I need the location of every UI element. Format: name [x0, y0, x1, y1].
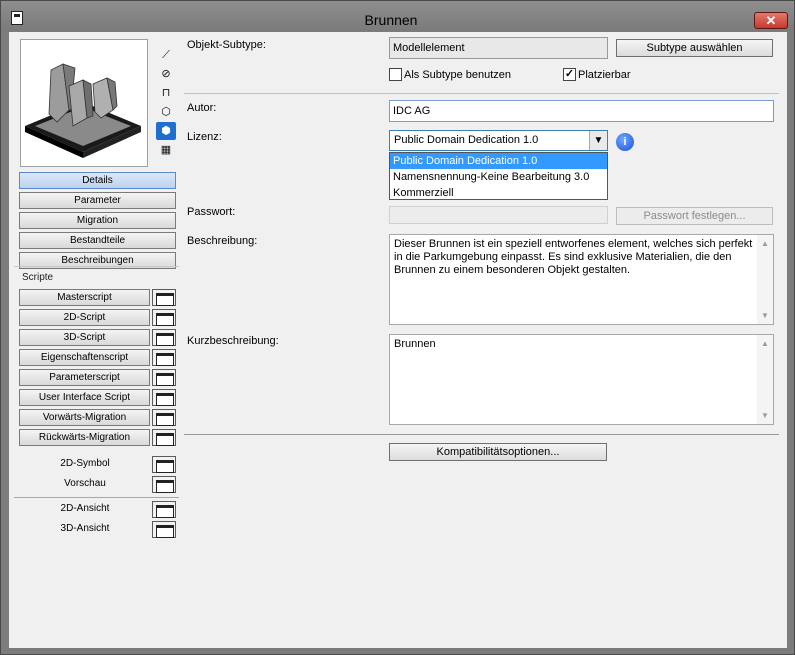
elevation-icon[interactable]: ⊓	[156, 84, 176, 102]
view-2d-window-button[interactable]	[152, 501, 176, 518]
film-icon[interactable]: ▦	[156, 141, 176, 159]
chevron-up-icon[interactable]: ▲	[757, 337, 773, 350]
as-subtype-checkbox[interactable]	[389, 68, 402, 81]
short-description-label: Kurzbeschreibung:	[187, 335, 279, 347]
script-ui-button[interactable]: User Interface Script	[19, 389, 150, 406]
script-parameter-window-button[interactable]	[152, 369, 176, 386]
author-label: Autor:	[187, 102, 217, 114]
script-3d-window-button[interactable]	[152, 329, 176, 346]
description-textarea[interactable]: Dieser Brunnen ist ein speziell entworfe…	[389, 234, 774, 325]
script-forward-migration-button[interactable]: Vorwärts-Migration	[19, 409, 150, 426]
cube-solid-icon[interactable]: ⬢	[156, 122, 176, 140]
dialog-content: ⟋ ⊘ ⊓ ⬡ ⬢ ▦ Details Parameter Migration …	[9, 32, 787, 648]
license-label: Lizenz:	[187, 131, 222, 143]
script-properties-window-button[interactable]	[152, 349, 176, 366]
license-option[interactable]: Namensnennung-Keine Bearbeitung 3.0	[390, 169, 607, 185]
object-preview	[20, 39, 148, 167]
view-2d-label: 2D-Ansicht	[60, 503, 110, 514]
subtype-label: Objekt-Subtype:	[187, 39, 266, 51]
author-input[interactable]: IDC AG	[389, 100, 774, 122]
divider	[14, 497, 179, 498]
preview-label: Vorschau	[64, 478, 106, 489]
view-3d-window-button[interactable]	[152, 521, 176, 538]
subtype-field: Modellelement	[389, 37, 608, 59]
info-icon[interactable]: i	[616, 133, 634, 151]
license-select-value: Public Domain Dedication 1.0	[394, 134, 539, 146]
description-scrollbar[interactable]: ▲ ▼	[757, 235, 773, 324]
description-text: Dieser Brunnen ist ein speziell entworfe…	[394, 238, 753, 276]
password-input	[389, 206, 608, 224]
cube-icon[interactable]: ⬡	[156, 103, 176, 121]
license-select[interactable]: Public Domain Dedication 1.0 ▼	[389, 130, 608, 151]
script-parameter-button[interactable]: Parameterscript	[19, 369, 150, 386]
nav-parameter-button[interactable]: Parameter	[19, 192, 176, 209]
axonometry-icon[interactable]: ⟋	[156, 46, 176, 64]
short-description-scrollbar[interactable]: ▲ ▼	[757, 335, 773, 424]
fountain-preview-image	[25, 63, 141, 158]
short-description-textarea[interactable]: Brunnen ▲ ▼	[389, 334, 774, 425]
symbol-2d-window-button[interactable]	[152, 456, 176, 473]
chevron-down-icon[interactable]: ▼	[589, 131, 607, 150]
script-backward-migration-button[interactable]: Rückwärts-Migration	[19, 429, 150, 446]
symbol-2d-label: 2D-Symbol	[60, 458, 110, 469]
description-label: Beschreibung:	[187, 235, 258, 247]
dialog-window: Brunnen ✕ ⟋ ⊘ ⊓ ⬡ ⬢ ▦ Details Parameter …	[0, 0, 795, 655]
placeable-checkbox[interactable]: ✓	[563, 68, 576, 81]
title-bar[interactable]: Brunnen ✕	[1, 1, 794, 31]
password-label: Passwort:	[187, 206, 236, 218]
window-title: Brunnen	[364, 12, 418, 28]
script-master-window-button[interactable]	[152, 289, 176, 306]
license-dropdown-list: Public Domain Dedication 1.0 Namensnennu…	[389, 152, 608, 200]
scripts-heading: Scripte	[22, 272, 54, 283]
nav-migration-button[interactable]: Migration	[19, 212, 176, 229]
select-subtype-button[interactable]: Subtype auswählen	[616, 39, 773, 57]
script-forward-migration-window-button[interactable]	[152, 409, 176, 426]
license-option[interactable]: Public Domain Dedication 1.0	[390, 153, 607, 169]
script-3d-button[interactable]: 3D-Script	[19, 329, 150, 346]
set-password-button[interactable]: Passwort festlegen...	[616, 207, 773, 225]
script-ui-window-button[interactable]	[152, 389, 176, 406]
as-subtype-label: Als Subtype benutzen	[404, 69, 512, 81]
script-backward-migration-window-button[interactable]	[152, 429, 176, 446]
chevron-down-icon[interactable]: ▼	[757, 309, 773, 322]
view-3d-label: 3D-Ansicht	[60, 523, 110, 534]
license-option[interactable]: Kommerziell	[390, 185, 607, 201]
script-master-button[interactable]: Masterscript	[19, 289, 150, 306]
separator	[184, 93, 779, 94]
short-description-text: Brunnen	[394, 338, 436, 350]
placeable-label: Platzierbar	[578, 69, 631, 81]
chevron-up-icon[interactable]: ▲	[757, 237, 773, 250]
nav-details-button[interactable]: Details	[19, 172, 176, 189]
plan-icon[interactable]: ⊘	[156, 65, 176, 83]
nav-bestandteile-button[interactable]: Bestandteile	[19, 232, 176, 249]
chevron-down-icon[interactable]: ▼	[757, 409, 773, 422]
script-2d-button[interactable]: 2D-Script	[19, 309, 150, 326]
script-2d-window-button[interactable]	[152, 309, 176, 326]
script-properties-button[interactable]: Eigenschaftenscript	[19, 349, 150, 366]
compatibility-options-button[interactable]: Kompatibilitätsoptionen...	[389, 443, 607, 461]
separator	[184, 434, 779, 435]
close-button[interactable]: ✕	[754, 12, 788, 29]
preview-window-button[interactable]	[152, 476, 176, 493]
